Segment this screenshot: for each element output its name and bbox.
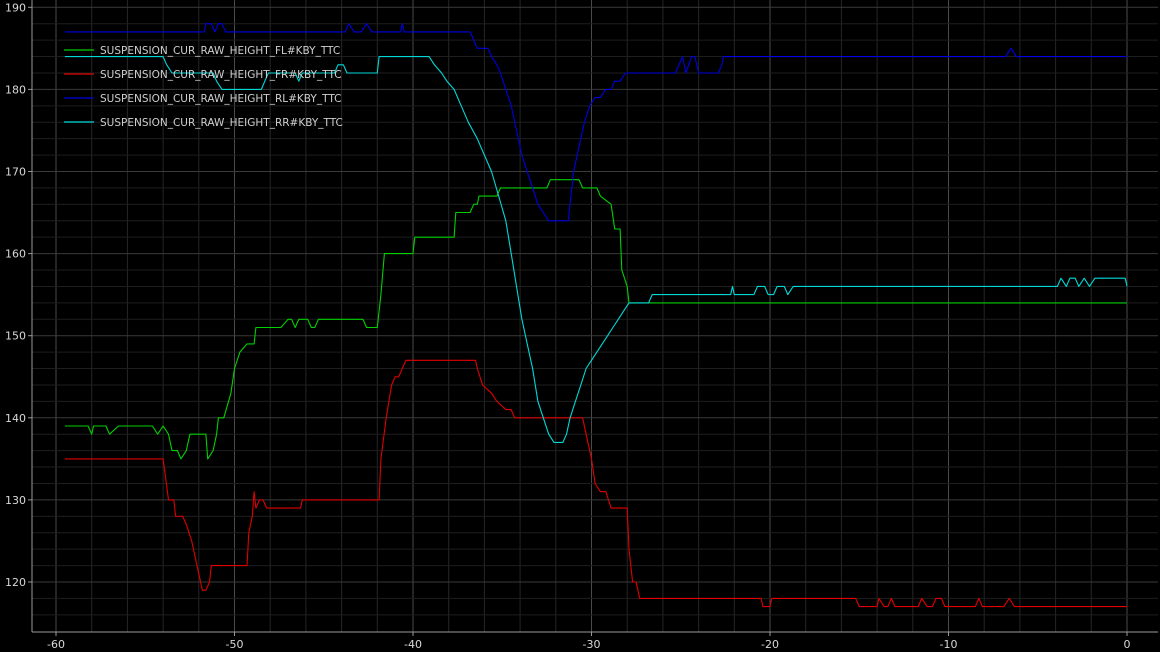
series-lines <box>64 23 1128 608</box>
legend-label-3: SUSPENSION_CUR_RAW_HEIGHT_RL#KBY_TTC <box>100 93 341 105</box>
y-tick-label: 130 <box>5 494 26 507</box>
legend: SUSPENSION_CUR_RAW_HEIGHT_FL#KBY_TTC SUSP… <box>64 45 343 129</box>
legend-label-1: SUSPENSION_CUR_RAW_HEIGHT_FL#KBY_TTC <box>100 45 340 57</box>
x-tick-label: -50 <box>226 638 244 651</box>
x-tick-label: -60 <box>47 638 65 651</box>
y-tick-label: 180 <box>5 83 26 96</box>
y-tick-label: 190 <box>5 1 26 14</box>
x-tick-label: 0 <box>1124 638 1131 651</box>
x-tick-label: -20 <box>761 638 779 651</box>
legend-label-2: SUSPENSION_CUR_RAW_HEIGHT_FR#KBY_TTC <box>100 69 342 81</box>
x-tick-label: -40 <box>404 638 422 651</box>
y-tick-label: 120 <box>5 576 26 589</box>
y-tick-label: 140 <box>5 412 26 425</box>
y-tick-label: 160 <box>5 248 26 261</box>
y-tick-label: 170 <box>5 166 26 179</box>
legend-label-4: SUSPENSION_CUR_RAW_HEIGHT_RR#KBY_TTC <box>100 117 343 129</box>
y-tick-label: 150 <box>5 330 26 343</box>
x-tick-label: -10 <box>940 638 958 651</box>
x-tick-label: -30 <box>583 638 601 651</box>
line-chart: 120 130 140 150 160 170 180 190 -60 -50 -40 -30 -20 -… <box>5 0 1158 651</box>
